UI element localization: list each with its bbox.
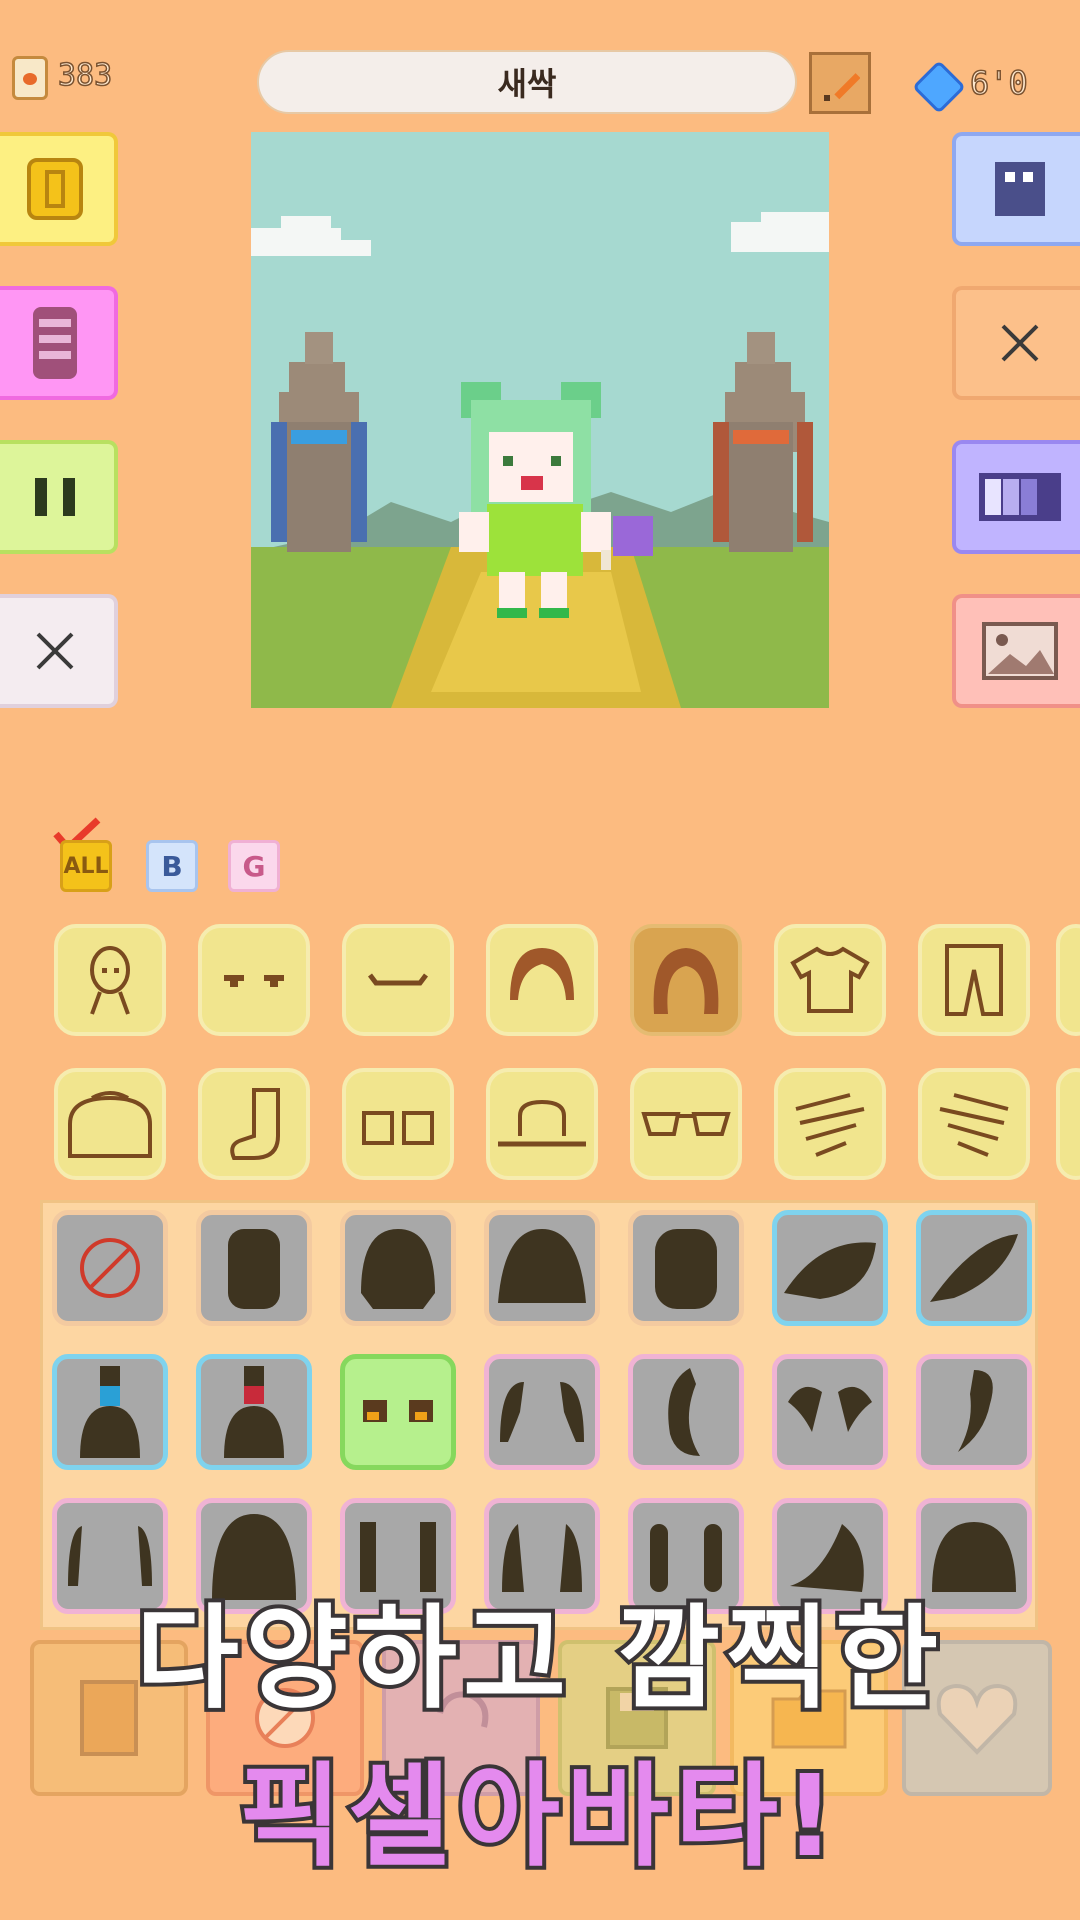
- hair-front-icon: [510, 948, 574, 1000]
- category-front-hair[interactable]: [486, 924, 598, 1036]
- right-close-button[interactable]: [952, 286, 1080, 400]
- avatar-name-field[interactable]: 새싹: [257, 50, 797, 114]
- face-icon: [90, 946, 130, 1015]
- id-card-button[interactable]: [952, 132, 1080, 246]
- item-none[interactable]: [52, 1210, 168, 1326]
- hair-shape-icon: [930, 1234, 1018, 1302]
- item-hair-2[interactable]: [340, 1210, 456, 1326]
- edit-name-button[interactable]: [809, 52, 871, 114]
- category-more-2[interactable]: [1056, 1068, 1080, 1180]
- hair-shape-icon: [784, 1242, 876, 1299]
- background-image-button[interactable]: [952, 594, 1080, 708]
- palette-strip-icon: [979, 473, 1061, 521]
- item-hair-12[interactable]: [916, 1354, 1032, 1470]
- category-glasses[interactable]: [630, 1068, 742, 1180]
- hair-shape-icon: [788, 1386, 872, 1432]
- right-hand-icon: [939, 1093, 1009, 1157]
- eyes-icon: [224, 975, 284, 987]
- scene-art: [251, 132, 829, 708]
- filter-boy-tab[interactable]: B: [146, 840, 198, 892]
- left-close-button[interactable]: [0, 594, 118, 708]
- no-item-icon: [80, 1238, 140, 1298]
- pause-icon: [35, 478, 75, 516]
- left-hand-icon: [795, 1093, 865, 1157]
- category-face[interactable]: [54, 924, 166, 1036]
- item-hair-1[interactable]: [196, 1210, 312, 1326]
- item-hair-5[interactable]: [772, 1210, 888, 1326]
- gem-count: 6'0: [969, 63, 1028, 103]
- category-socks[interactable]: [198, 1068, 310, 1180]
- filter-girl-tab[interactable]: G: [228, 840, 280, 892]
- promo-subheadline: 픽셀아바타!: [235, 1748, 842, 1886]
- category-hat[interactable]: [486, 1068, 598, 1180]
- hair-bun-icon: [224, 1366, 284, 1458]
- item-hair-9[interactable]: [484, 1354, 600, 1470]
- hat-icon: [498, 1099, 586, 1147]
- item-hair-10[interactable]: [628, 1354, 744, 1470]
- item-hair-6[interactable]: [916, 1210, 1032, 1326]
- category-right-hand[interactable]: [918, 1068, 1030, 1180]
- category-shoes[interactable]: [342, 1068, 454, 1180]
- coin-icon: [27, 158, 83, 220]
- filter-boy-label: B: [161, 849, 183, 883]
- spool-icon: [33, 307, 77, 379]
- item-hair-7[interactable]: [52, 1354, 168, 1470]
- eyes-preview-icon: [363, 1400, 433, 1422]
- close-icon: [36, 632, 74, 670]
- close-icon: [1001, 324, 1039, 362]
- sock-icon: [230, 1088, 280, 1160]
- avatar-preview: [251, 132, 829, 708]
- pencil-icon: [824, 73, 860, 101]
- hair-bun-icon: [80, 1366, 140, 1458]
- item-hair-11[interactable]: [772, 1354, 888, 1470]
- avatar-name: 새싹: [497, 65, 557, 103]
- hair-shape-icon: [228, 1229, 280, 1309]
- id-card-icon: [995, 162, 1045, 216]
- mouth-icon: [368, 973, 428, 986]
- color-palette-button[interactable]: [952, 440, 1080, 554]
- pants-icon: [945, 944, 1003, 1016]
- image-icon: [982, 622, 1058, 680]
- shoes-icon: [362, 1111, 434, 1145]
- pause-button[interactable]: [0, 440, 118, 554]
- category-mouth[interactable]: [342, 924, 454, 1036]
- hair-shape-icon: [361, 1229, 435, 1309]
- thread-spool-button[interactable]: [0, 286, 118, 400]
- hair-shape-icon: [668, 1368, 700, 1456]
- filter-girl-label: G: [242, 849, 266, 883]
- shirt-icon: [790, 946, 870, 1013]
- hair-shape-icon: [498, 1229, 586, 1303]
- coin-shop-button[interactable]: [0, 132, 118, 246]
- filter-all-tab[interactable]: ALL: [60, 840, 112, 892]
- promo-headline: 다양하고 깜찍한: [132, 1590, 945, 1728]
- category-top[interactable]: [774, 924, 886, 1036]
- item-selected-eyes[interactable]: [340, 1354, 456, 1470]
- category-eyes[interactable]: [198, 924, 310, 1036]
- filter-all-label: ALL: [63, 853, 109, 879]
- hair-back-icon: [653, 948, 719, 1014]
- item-hair-4[interactable]: [628, 1210, 744, 1326]
- category-pants[interactable]: [918, 924, 1030, 1036]
- coin-count: 383: [57, 57, 113, 94]
- category-more[interactable]: [1056, 924, 1080, 1036]
- category-back-hair[interactable]: [630, 924, 742, 1036]
- category-bag[interactable]: [54, 1068, 166, 1180]
- gem-icon: [912, 60, 966, 114]
- hair-shape-icon: [958, 1370, 993, 1452]
- coin-jar-icon: [12, 56, 48, 100]
- hair-shape-icon: [500, 1382, 584, 1442]
- glasses-icon: [641, 1112, 731, 1136]
- category-left-hand[interactable]: [774, 1068, 886, 1180]
- bag-icon: [68, 1091, 152, 1158]
- hair-shape-icon: [655, 1229, 717, 1309]
- item-hair-3[interactable]: [484, 1210, 600, 1326]
- item-hair-8[interactable]: [196, 1354, 312, 1470]
